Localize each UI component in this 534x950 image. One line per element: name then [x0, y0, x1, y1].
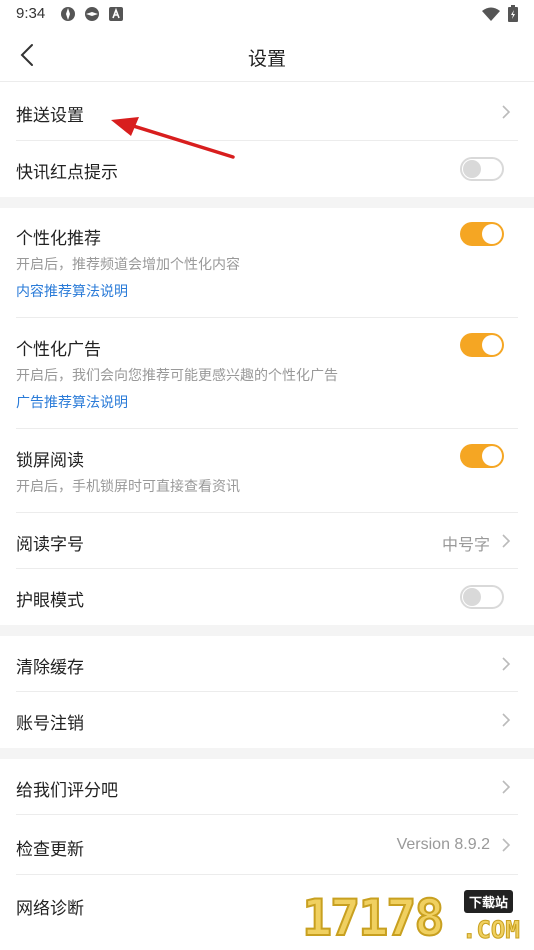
toggle-knob: [482, 335, 502, 355]
check-update-row[interactable]: 检查更新 Version 8.9.2: [0, 815, 534, 875]
section-gap: [0, 625, 534, 636]
lock-read-label: 锁屏阅读: [16, 451, 84, 471]
watermark: 17178 下载站 .COM: [301, 888, 528, 948]
toggle-knob: [482, 446, 502, 466]
chevron-right-icon: [502, 657, 511, 671]
personalized-ad-row: 个性化广告 开启后，我们会向您推荐可能更感兴趣的个性化广告 广告推荐算法说明: [0, 318, 534, 429]
toggle-knob: [463, 160, 481, 178]
push-settings-row[interactable]: 推送设置: [0, 83, 534, 141]
chevron-right-icon: [502, 105, 511, 119]
lock-read-row: 锁屏阅读 开启后，手机锁屏时可直接查看资讯: [0, 429, 534, 513]
chevron-right-icon: [502, 713, 511, 727]
personalized-ad-desc: 开启后，我们会向您推荐可能更感兴趣的个性化广告: [16, 368, 338, 384]
chevron-right-icon: [502, 838, 511, 852]
toggle-knob: [482, 224, 502, 244]
watermark-number: 17178: [301, 888, 446, 948]
watermark-badge: 下载站: [464, 890, 514, 913]
check-update-label: 检查更新: [16, 840, 84, 860]
font-size-value: 中号字: [441, 535, 490, 554]
flash-dot-toggle[interactable]: [460, 157, 504, 181]
clear-cache-row[interactable]: 清除缓存: [0, 636, 534, 692]
ad-algorithm-link[interactable]: 广告推荐算法说明: [16, 392, 128, 412]
font-size-label: 阅读字号: [16, 535, 84, 555]
eye-mode-toggle[interactable]: [460, 585, 504, 609]
wifi-icon: [482, 7, 500, 21]
section-gap: [0, 748, 534, 759]
eye-mode-label: 护眼模式: [16, 591, 84, 611]
app-notification-icon: [61, 7, 75, 21]
font-size-row[interactable]: 阅读字号 中号字: [0, 513, 534, 569]
battery-icon: [508, 5, 518, 22]
personalized-ad-toggle[interactable]: [460, 333, 504, 357]
personalized-ad-label: 个性化广告: [16, 340, 101, 360]
cancel-account-label: 账号注销: [16, 714, 84, 734]
chevron-right-icon: [502, 780, 511, 794]
toggle-knob: [463, 588, 481, 606]
clear-cache-label: 清除缓存: [16, 658, 84, 678]
status-time: 9:34: [16, 5, 46, 22]
network-diagnosis-label: 网络诊断: [16, 899, 84, 919]
lock-read-toggle[interactable]: [460, 444, 504, 468]
system-icons: [482, 5, 518, 22]
personalized-rec-toggle[interactable]: [460, 222, 504, 246]
app-notification-icon: [85, 7, 99, 21]
notification-icons: [60, 6, 124, 22]
section-gap: [0, 197, 534, 208]
cancel-account-row[interactable]: 账号注销: [0, 692, 534, 748]
rec-algorithm-link[interactable]: 内容推荐算法说明: [16, 281, 128, 301]
a-icon: [109, 7, 123, 21]
push-settings-label: 推送设置: [16, 106, 84, 126]
personalized-rec-row: 个性化推荐 开启后，推荐频道会增加个性化内容 内容推荐算法说明: [0, 208, 534, 318]
chevron-right-icon: [502, 534, 511, 548]
personalized-rec-desc: 开启后，推荐频道会增加个性化内容: [16, 257, 240, 273]
lock-read-desc: 开启后，手机锁屏时可直接查看资讯: [16, 479, 240, 495]
rate-row[interactable]: 给我们评分吧: [0, 759, 534, 815]
page-title: 设置: [247, 48, 286, 70]
eye-mode-row: 护眼模式: [0, 569, 534, 625]
navigation-header: 设置: [0, 28, 534, 82]
watermark-domain: .COM: [462, 916, 521, 945]
personalized-rec-label: 个性化推荐: [16, 229, 101, 249]
flash-dot-label: 快讯红点提示: [16, 163, 118, 183]
rate-label: 给我们评分吧: [16, 781, 118, 801]
annotation-arrow-icon: [111, 117, 235, 159]
status-bar: 9:34: [0, 0, 534, 28]
version-value: Version 8.9.2: [396, 836, 490, 853]
flash-dot-row: 快讯红点提示: [0, 141, 534, 197]
